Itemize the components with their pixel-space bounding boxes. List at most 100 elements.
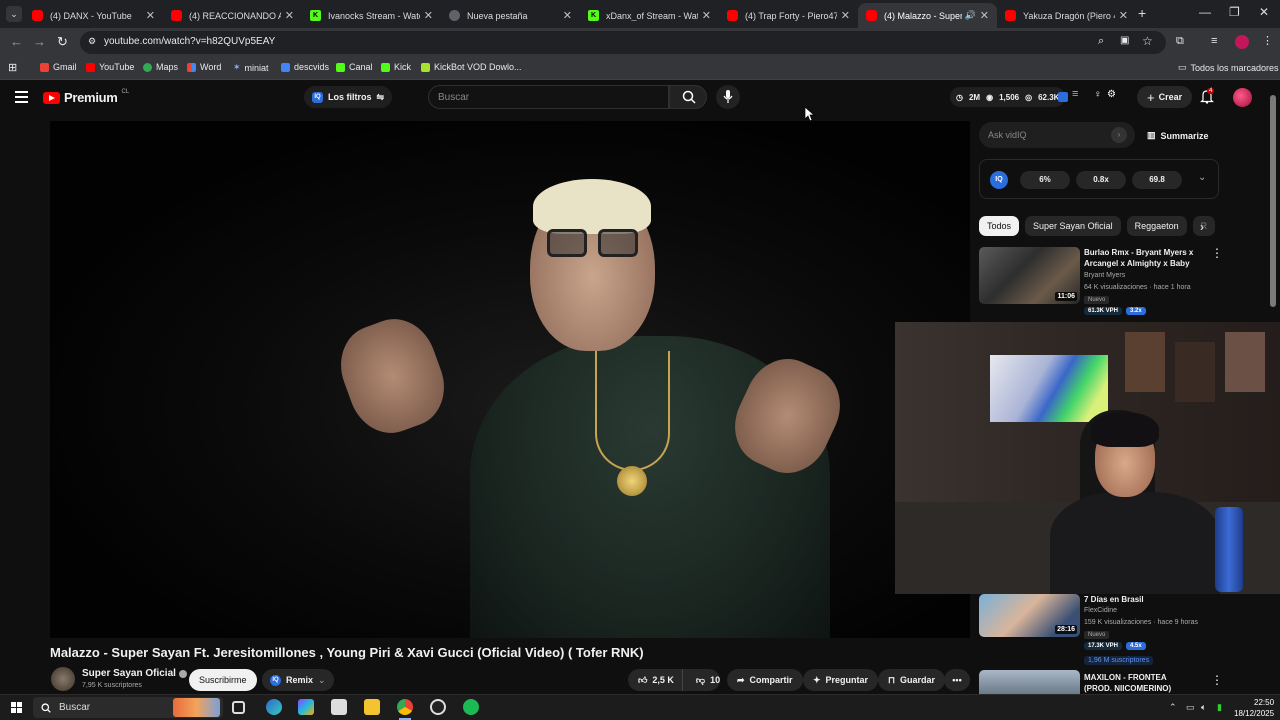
media-control-icon[interactable]: ≡: [1211, 35, 1217, 47]
more-actions-button[interactable]: •••: [944, 669, 970, 691]
bookmark-maps[interactable]: Maps: [143, 62, 178, 72]
reload-icon[interactable]: ↻: [57, 34, 68, 50]
browser-tab[interactable]: K Ivanocks Stream - Watch ✕: [302, 3, 441, 28]
close-tab-icon[interactable]: ✕: [841, 9, 850, 22]
ask-button[interactable]: ✦ Preguntar: [803, 669, 879, 691]
vidiq-header-stats[interactable]: ◷ 2M ◉ 1,506 ◎ 62.3K: [950, 87, 1066, 107]
video-thumbnail[interactable]: 28:16: [979, 594, 1080, 637]
tab-search-button[interactable]: ⌄: [6, 6, 22, 22]
profile-avatar-icon[interactable]: [1235, 35, 1249, 49]
bookmark-youtube[interactable]: YouTube: [86, 62, 134, 72]
minimize-icon[interactable]: —: [1199, 5, 1211, 19]
recommendation-item[interactable]: MAXILON - FRONTEA (PROD. NIICOMERINO) ⋮: [979, 670, 1219, 694]
subscribe-button[interactable]: Suscribirme: [189, 669, 257, 691]
bookmark-canal[interactable]: Canal: [336, 62, 373, 72]
close-tab-icon[interactable]: ✕: [424, 9, 433, 22]
bookmark-kickbot[interactable]: KickBot VOD Dowlo...: [421, 62, 522, 72]
browser-tab[interactable]: Nueva pestaña ✕: [441, 3, 580, 28]
close-tab-icon[interactable]: ✕: [702, 9, 711, 22]
cast-icon[interactable]: ▣: [1120, 35, 1129, 46]
tray-chevron-up-icon[interactable]: ⌃: [1169, 702, 1177, 713]
edge-icon[interactable]: [266, 699, 282, 715]
account-avatar[interactable]: [1233, 88, 1252, 107]
like-button[interactable]: 👍︎ 2,5 K: [628, 669, 683, 691]
browser-tab[interactable]: (4) REACCIONANDO AL A ✕: [163, 3, 302, 28]
chip-channel[interactable]: Super Sayan Oficial: [1025, 216, 1121, 236]
bookmark-kick[interactable]: Kick: [381, 62, 411, 72]
save-button[interactable]: ⊓ Guardar: [878, 669, 946, 691]
remix-button[interactable]: IQ Remix ⌄: [262, 669, 334, 691]
browser-tab-active[interactable]: (4) Malazzo - Super S 🔊 ✕: [858, 3, 997, 28]
network-icon[interactable]: ▭: [1186, 702, 1195, 713]
restore-icon[interactable]: ❐: [1229, 5, 1240, 19]
spotify-icon[interactable]: [463, 699, 479, 715]
more-vertical-icon[interactable]: ⋮: [1211, 674, 1219, 686]
settings-icon[interactable]: ⚙: [1107, 89, 1116, 100]
chip-todos[interactable]: Todos: [979, 216, 1020, 236]
close-tab-icon[interactable]: ✕: [146, 9, 155, 22]
chevron-down-icon[interactable]: ⌄: [1198, 172, 1206, 183]
bookmark-miniat[interactable]: ✶ miniat: [233, 62, 269, 73]
voice-search-button[interactable]: [716, 85, 740, 109]
bookmark-star-icon[interactable]: ☆: [1142, 34, 1153, 48]
more-vertical-icon[interactable]: ⋮: [1211, 247, 1223, 259]
volume-icon[interactable]: 🔈︎: [1201, 702, 1206, 713]
close-tab-icon[interactable]: ✕: [1119, 9, 1128, 22]
system-clock[interactable]: 22:50 18/12/2025: [1234, 697, 1274, 719]
chevron-right-icon[interactable]: ›: [1200, 220, 1204, 234]
browser-tab[interactable]: (4) Trap Forty - Piero47 X ✕: [719, 3, 858, 28]
apps-grid-icon[interactable]: ⊞: [8, 61, 17, 74]
forward-icon[interactable]: →: [33, 34, 46, 49]
channel-avatar[interactable]: [51, 667, 75, 691]
chrome-taskbar-icon[interactable]: [397, 699, 413, 715]
close-tab-icon[interactable]: ✕: [980, 9, 989, 22]
new-tab-icon[interactable]: +: [1138, 5, 1146, 21]
audio-playing-icon[interactable]: 🔊: [965, 10, 976, 21]
list-icon[interactable]: ≡: [1072, 88, 1078, 100]
search-input[interactable]: Buscar: [428, 85, 669, 109]
address-bar[interactable]: ⚙ youtube.com/watch?v=h82QUVp5EAY ⌕ ▣ ☆: [80, 31, 1166, 54]
site-info-icon[interactable]: ⚙: [88, 36, 96, 47]
ask-vidiq-input[interactable]: Ask vidIQ ›: [979, 122, 1135, 148]
summarize-button[interactable]: ▥ Summarize: [1147, 130, 1209, 141]
bookmark-word[interactable]: Word: [187, 62, 221, 72]
chip-reggaeton[interactable]: Reggaeton: [1126, 216, 1187, 236]
video-thumbnail[interactable]: [979, 670, 1080, 694]
copilot-icon[interactable]: [298, 699, 314, 715]
arrow-right-icon[interactable]: ›: [1111, 127, 1127, 143]
obs-icon[interactable]: [430, 699, 446, 715]
browser-tab[interactable]: (4) DANX - YouTube ✕: [24, 3, 163, 28]
browser-tab[interactable]: K xDanx_of Stream - Watch ✕: [580, 3, 719, 28]
create-button[interactable]: + Crear: [1137, 86, 1193, 108]
close-window-icon[interactable]: ✕: [1259, 5, 1269, 19]
close-tab-icon[interactable]: ✕: [563, 9, 572, 22]
windows-start-icon[interactable]: [11, 702, 22, 713]
back-icon[interactable]: ←: [10, 34, 23, 49]
bookmark-descvids[interactable]: descvids: [281, 62, 329, 72]
video-player[interactable]: [50, 121, 970, 638]
battery-icon[interactable]: ▮: [1217, 702, 1222, 713]
chrome-menu-icon[interactable]: ⋮: [1262, 34, 1273, 47]
recommendation-item[interactable]: 28:16 7 Días en Brasil FlexCidine 159 K …: [979, 594, 1219, 666]
channel-name[interactable]: Super Sayan Oficial: [82, 668, 187, 679]
youtube-premium-logo[interactable]: Premium CL: [43, 89, 129, 105]
taskbar-search[interactable]: Buscar: [33, 697, 223, 718]
recommendation-item[interactable]: 11:06 Burlao Rmx - Bryant Myers x Arcang…: [979, 247, 1223, 322]
store-icon[interactable]: [331, 699, 347, 715]
video-thumbnail[interactable]: 11:06: [979, 247, 1080, 304]
extensions-icon[interactable]: ⧉: [1176, 35, 1184, 48]
all-bookmarks-folder[interactable]: ▭ Todos los marcadores: [1178, 62, 1279, 73]
filters-button[interactable]: IQ Los filtros ⇋: [304, 86, 393, 108]
idea-icon[interactable]: ♀: [1094, 89, 1102, 100]
zoom-icon[interactable]: ⌕: [1098, 35, 1104, 48]
bookmark-gmail[interactable]: Gmail: [40, 62, 77, 72]
dislike-button[interactable]: 👎︎ 10: [688, 675, 728, 686]
search-button[interactable]: [669, 85, 707, 109]
browser-tab[interactable]: Yakuza Dragón (Piero 47 ✕: [997, 3, 1136, 28]
menu-hamburger-icon[interactable]: [15, 91, 28, 106]
vidiq-toolbar-icon[interactable]: [1058, 92, 1068, 102]
share-button[interactable]: ➦ Compartir: [727, 669, 803, 691]
close-tab-icon[interactable]: ✕: [285, 9, 294, 22]
file-explorer-icon[interactable]: [364, 699, 380, 715]
task-view-icon[interactable]: [232, 701, 245, 714]
